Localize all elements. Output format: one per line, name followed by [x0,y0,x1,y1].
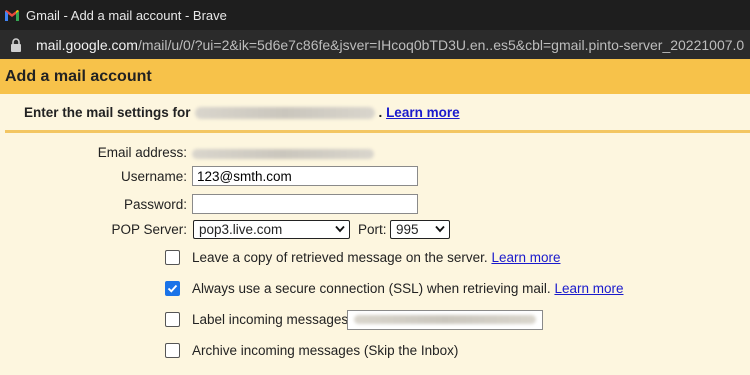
password-input[interactable] [192,194,418,214]
ssl-text: Always use a secure connection (SSL) whe… [192,281,551,296]
browser-title-bar: Gmail - Add a mail account - Brave [0,0,750,30]
port-value: 995 [396,222,419,237]
window-title: Gmail - Add a mail account - Brave [26,7,227,23]
lock-icon [11,37,21,52]
archive-text: Archive incoming messages (Skip the Inbo… [192,343,459,358]
label-incoming-input[interactable] [347,310,543,330]
password-label: Password: [123,197,187,212]
username-input[interactable] [192,166,418,186]
learn-more-link[interactable]: Learn more [386,105,460,120]
chevron-down-icon [335,225,345,233]
redacted-email-value [192,149,374,159]
pop-server-select[interactable]: pop3.live.com [193,220,350,239]
leave-copy-text: Leave a copy of retrieved message on the… [192,250,488,265]
address-bar[interactable]: mail.google.com/mail/u/0/?ui=2&ik=5d6e7c… [0,30,750,59]
ssl-checkbox[interactable] [165,281,180,296]
port-select[interactable]: 995 [390,220,450,239]
archive-checkbox[interactable] [165,343,180,358]
chevron-down-icon [435,225,445,233]
url-path: /mail/u/0/?ui=2&ik=5d6e7c86fe&jsver=IHco… [137,36,745,53]
leave-copy-option: Leave a copy of retrieved message on the… [192,250,560,265]
ssl-learn-more-link[interactable]: Learn more [554,281,623,296]
divider [5,130,750,133]
email-address-label: Email address: [97,145,187,160]
gmail-icon [5,9,19,21]
ssl-option: Always use a secure connection (SSL) whe… [192,281,623,296]
port-label: Port: [358,222,387,237]
checkmark-icon [167,284,178,293]
pop-server-label: POP Server: [111,222,187,237]
label-incoming-text: Label incoming messages: [192,312,352,327]
url-domain: mail.google.com [36,36,138,53]
intro-line: Enter the mail settings for . Learn more [0,94,750,131]
redacted-label-value [354,315,536,324]
leave-copy-checkbox[interactable] [165,250,180,265]
leave-copy-learn-more-link[interactable]: Learn more [491,250,560,265]
intro-text: Enter the mail settings for [24,105,191,120]
label-incoming-checkbox[interactable] [165,312,180,327]
redacted-email [194,106,375,119]
pop-server-value: pop3.live.com [199,222,283,237]
dialog-title: Add a mail account [0,59,750,94]
username-label: Username: [120,169,187,184]
intro-suffix: . [378,105,383,120]
